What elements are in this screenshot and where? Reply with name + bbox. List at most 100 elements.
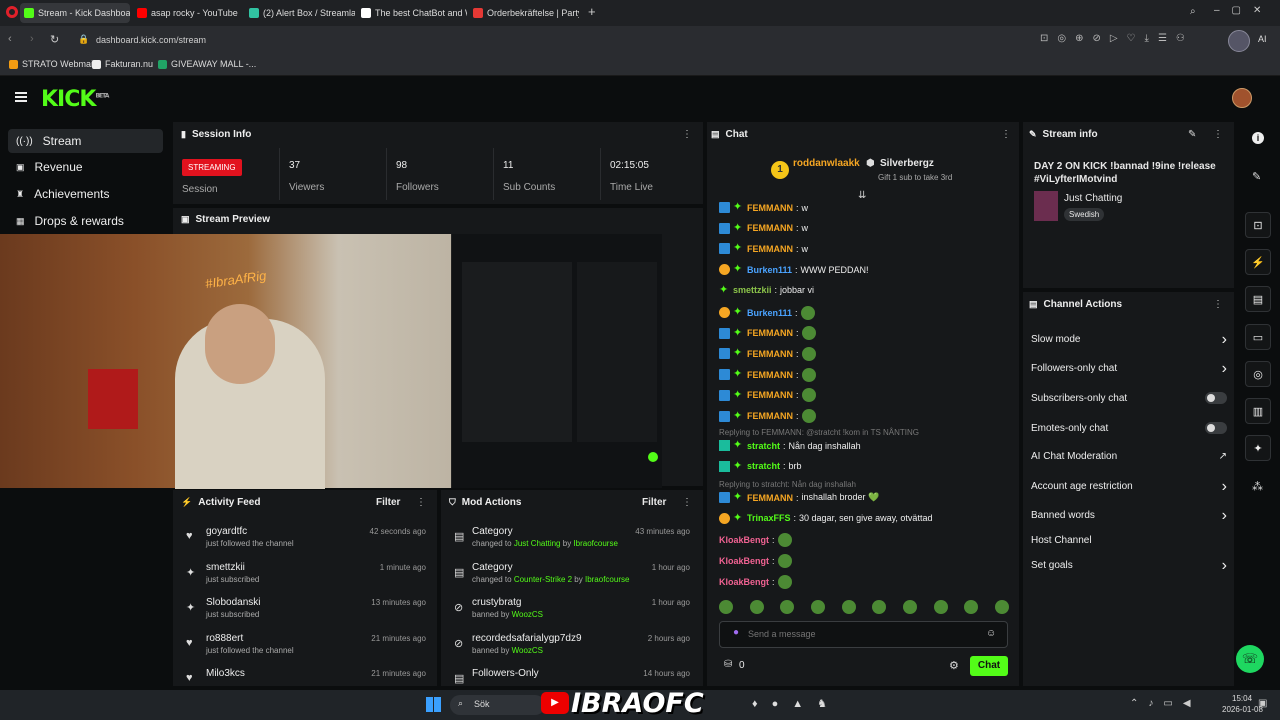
emote-icon[interactable] (902, 600, 917, 614)
browser-tab[interactable]: asap rocky - YouTube (133, 3, 243, 23)
emote-icon[interactable] (994, 600, 1009, 614)
mod-action-title[interactable]: Category (472, 562, 513, 573)
user-avatar[interactable] (1232, 88, 1252, 108)
browser-tab[interactable]: Stream - Kick Dashboard (20, 3, 130, 23)
chat-username[interactable]: FEMMANN (747, 390, 793, 400)
highlight-link[interactable]: Just Chatting (514, 539, 561, 548)
browser-tab[interactable]: The best ChatBot and Wid (357, 3, 467, 23)
emote-icon[interactable] (719, 600, 733, 614)
ai-badge[interactable]: AI (1258, 34, 1267, 44)
tray-icons[interactable]: ⌃♪▭◀ (1130, 698, 1201, 709)
bookmark-strato[interactable]: STRATO Webmail (9, 59, 95, 69)
edit-stream-icon[interactable]: ✎ (1188, 129, 1196, 140)
chat-menu-icon[interactable]: ⋮ (1001, 129, 1011, 140)
channel-action-account-age-restriction[interactable]: Account age restriction › (1031, 478, 1227, 494)
search-tabs-icon[interactable]: ⌕ (1190, 6, 1196, 17)
kick-logo[interactable]: KICKBETA (41, 87, 109, 112)
emote-icon[interactable] (964, 600, 979, 614)
highlight-link[interactable]: Counter-Strike 2 (514, 575, 572, 584)
forward-icon[interactable]: › (30, 33, 34, 45)
chat-input[interactable] (748, 626, 968, 642)
highlight-link[interactable]: Ibraofcourse (585, 575, 629, 584)
channel-action-followers-only-chat[interactable]: Followers-only chat › (1031, 360, 1227, 376)
mod-action-title[interactable]: crustybratg (472, 597, 521, 608)
chat-username[interactable]: KloakBengt (719, 535, 769, 545)
browser-tab[interactable]: (2) Alert Box / Streamlabs (245, 3, 355, 23)
back-icon[interactable]: ‹ (8, 33, 12, 45)
bookmark-giveaway[interactable]: GIVEAWAY MALL -... (158, 59, 256, 69)
mod-filter-button[interactable]: Filter (642, 497, 666, 508)
reload-icon[interactable]: ↻ (50, 33, 59, 46)
mod-action-title[interactable]: Category (472, 526, 513, 537)
toggle-switch[interactable] (1205, 392, 1227, 404)
channel-action-ai-chat-moderation[interactable]: AI Chat Moderation ↗ (1031, 451, 1227, 462)
emote-icon[interactable] (810, 600, 825, 614)
channel-action-slow-mode[interactable]: Slow mode › (1031, 331, 1227, 347)
emote-icon[interactable] (841, 600, 856, 614)
chat-username[interactable]: FEMMANN (747, 411, 793, 421)
chat-username[interactable]: KloakBengt (719, 577, 769, 587)
menu-icon[interactable] (15, 92, 27, 102)
chat-username[interactable]: FEMMANN (747, 349, 793, 359)
taskbar-search[interactable]: Sök (450, 695, 545, 715)
rail-tool-icon[interactable]: ✦ (1245, 435, 1271, 461)
mic-icon[interactable]: ● (733, 627, 739, 638)
channel-actions-menu-icon[interactable]: ⋮ (1213, 299, 1223, 310)
channel-action-banned-words[interactable]: Banned words › (1031, 507, 1227, 523)
activity-filter-button[interactable]: Filter (376, 497, 400, 508)
chat-username[interactable]: KloakBengt (719, 556, 769, 566)
support-chat-icon[interactable]: ☏ (1236, 645, 1264, 673)
channel-action-emotes-only-chat[interactable]: Emotes-only chat (1031, 422, 1227, 434)
channel-action-host-channel[interactable]: Host Channel (1031, 535, 1227, 546)
stream-info-menu-icon[interactable]: ⋮ (1213, 129, 1223, 140)
chat-username[interactable]: stratcht (747, 441, 780, 451)
chat-username[interactable]: FEMMANN (747, 223, 793, 233)
activity-user[interactable]: Milo3kcs (206, 668, 245, 679)
rail-document-icon[interactable]: ▤ (1245, 286, 1271, 312)
chat-username[interactable]: FEMMANN (747, 203, 793, 213)
activity-user[interactable]: Slobodanski (206, 597, 260, 608)
bookmark-fakturan[interactable]: Fakturan.nu (92, 59, 153, 69)
emote-icon[interactable] (780, 600, 795, 614)
activity-user[interactable]: smettzkii (206, 562, 245, 573)
highlight-link[interactable]: Ibraofcourse (573, 539, 617, 548)
highlight-link[interactable]: WoozCS (512, 646, 543, 655)
highlight-link[interactable]: WoozCS (512, 610, 543, 619)
collapse-icon[interactable]: ⇊ (858, 190, 866, 201)
chat-username[interactable]: TrinaxFFS (747, 513, 791, 523)
notification-icon[interactable]: ▣ (1258, 698, 1267, 709)
sidebar-item-stream[interactable]: ((·)) Stream (8, 129, 163, 153)
channel-action-set-goals[interactable]: Set goals › (1031, 557, 1227, 573)
category-name[interactable]: Just Chatting (1064, 193, 1122, 204)
activity-menu-icon[interactable]: ⋮ (416, 497, 426, 508)
chat-settings-icon[interactable]: ⚙ (949, 659, 959, 672)
points-icon[interactable]: ⛁ (724, 659, 732, 670)
leaderboard-user-2[interactable]: Silverbergz (880, 158, 934, 169)
category-thumbnail[interactable] (1034, 191, 1058, 221)
emote-icon[interactable] (749, 600, 764, 614)
mod-menu-icon[interactable]: ⋮ (682, 497, 692, 508)
toggle-switch[interactable] (1205, 422, 1227, 434)
emote-icon[interactable] (933, 600, 948, 614)
chat-username[interactable]: FEMMANN (747, 244, 793, 254)
chat-username[interactable]: FEMMANN (747, 328, 793, 338)
sidebar-item-revenue[interactable]: ▣ Revenue (8, 155, 163, 179)
taskbar-app-icons[interactable]: ♦●▲♞ (752, 697, 841, 710)
mod-action-title[interactable]: recordedsafarialygp7dz9 (472, 633, 582, 644)
activity-user[interactable]: ro888ert (206, 633, 243, 644)
chat-username[interactable]: smettzkii (733, 285, 772, 295)
emote-icon[interactable] (872, 600, 887, 614)
rail-stack-icon[interactable]: ▥ (1245, 398, 1271, 424)
opera-logo[interactable] (6, 6, 18, 18)
new-tab-button[interactable]: + (588, 5, 596, 18)
browser-toolbar-icons[interactable]: ⊡◎⊕⊘▷♡⤓☰⚇ (1040, 33, 1194, 44)
browser-tab[interactable]: Orderbekräftelse | Partyku (469, 3, 579, 23)
url-field[interactable]: dashboard.kick.com/stream (96, 35, 206, 45)
profile-avatar-icon[interactable] (1228, 30, 1250, 52)
chat-username[interactable]: Burken111 (747, 308, 792, 318)
rail-lightning-icon[interactable]: ⚡ (1245, 249, 1271, 275)
activity-user[interactable]: goyardtfc (206, 526, 247, 537)
rail-apps-icon[interactable]: ⁂ (1252, 480, 1263, 493)
sidebar-item-drops[interactable]: ▦ Drops & rewards (8, 209, 163, 233)
sidebar-item-achievements[interactable]: ♜ Achievements (8, 182, 163, 206)
